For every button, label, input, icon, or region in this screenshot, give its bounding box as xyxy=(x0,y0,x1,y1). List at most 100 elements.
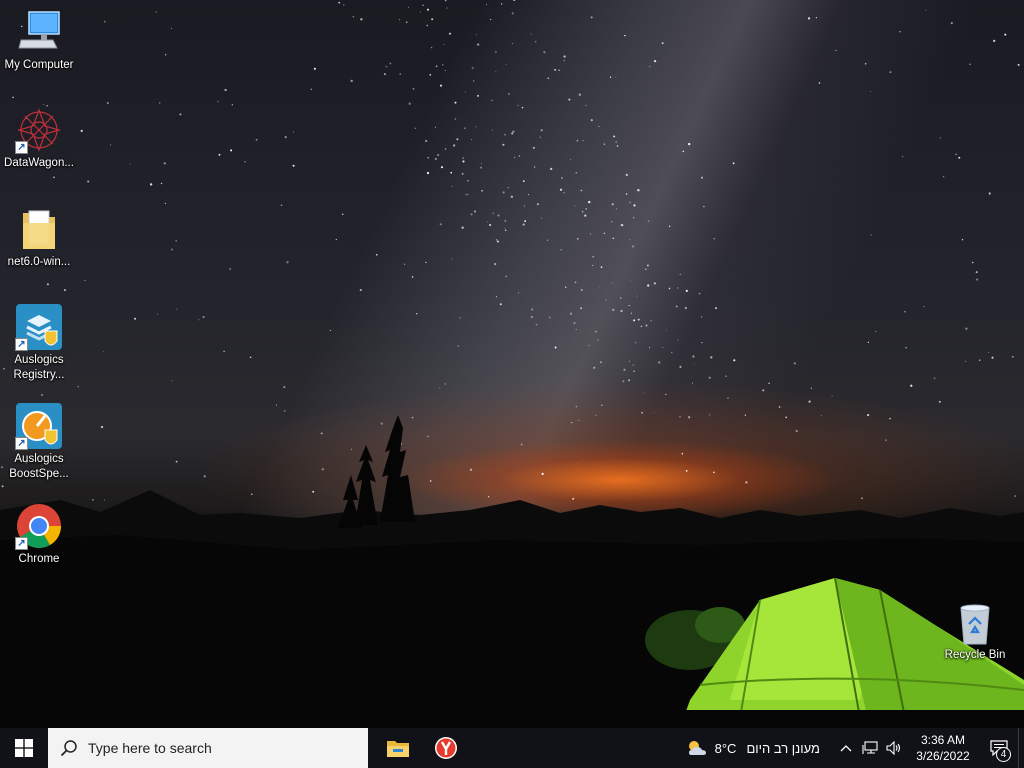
desktop-icon-net6-folder[interactable]: net6.0-win... xyxy=(0,205,78,270)
start-button[interactable] xyxy=(0,728,48,768)
shortcut-arrow-icon: ↗ xyxy=(15,338,28,351)
star xyxy=(292,164,295,167)
star xyxy=(534,40,537,43)
star xyxy=(611,221,613,223)
star xyxy=(451,185,453,187)
star xyxy=(102,350,104,352)
star xyxy=(685,289,688,292)
star xyxy=(419,11,421,13)
desktop-icon-my-computer[interactable]: My Computer xyxy=(0,8,78,73)
star xyxy=(523,205,525,207)
star xyxy=(584,214,587,217)
star xyxy=(592,264,594,267)
star xyxy=(700,316,703,318)
star xyxy=(179,113,182,116)
volume-button[interactable] xyxy=(882,728,906,768)
star xyxy=(446,7,448,9)
star xyxy=(435,65,438,68)
star xyxy=(658,361,661,364)
star xyxy=(632,245,635,248)
star xyxy=(831,395,833,397)
star xyxy=(427,156,429,159)
star xyxy=(574,205,576,207)
show-hidden-icons-button[interactable] xyxy=(834,728,858,768)
star xyxy=(548,316,551,319)
star xyxy=(560,249,562,251)
star xyxy=(480,162,482,164)
star xyxy=(688,142,691,146)
star xyxy=(815,17,818,19)
star xyxy=(434,157,437,160)
star xyxy=(647,220,650,222)
star xyxy=(149,183,153,186)
star xyxy=(531,308,534,311)
star xyxy=(867,341,870,343)
star xyxy=(176,308,178,310)
star xyxy=(597,339,599,341)
taskbar-yandex-browser[interactable] xyxy=(422,728,470,768)
star xyxy=(495,239,498,241)
star xyxy=(653,59,657,63)
star xyxy=(284,136,287,139)
datawagon-icon: ↗ xyxy=(15,106,63,154)
star xyxy=(955,153,957,155)
star xyxy=(582,140,584,142)
star xyxy=(522,180,525,183)
network-button[interactable] xyxy=(858,728,882,768)
star xyxy=(439,84,443,87)
star xyxy=(677,339,679,341)
star xyxy=(511,12,514,15)
star xyxy=(517,104,519,106)
star xyxy=(590,119,593,122)
star xyxy=(662,347,664,349)
desktop-icon-label: Auslogics Registry... xyxy=(13,354,65,381)
star xyxy=(426,8,430,11)
show-desktop-button[interactable] xyxy=(1018,728,1024,768)
star xyxy=(905,347,907,349)
star xyxy=(713,238,715,240)
star xyxy=(629,201,631,204)
star xyxy=(134,317,137,320)
star xyxy=(41,393,43,396)
star xyxy=(521,106,524,109)
star xyxy=(624,34,626,37)
star xyxy=(628,360,631,363)
taskbar: Type here to search 8°C מעונן רב היום 3:… xyxy=(0,728,1024,768)
star xyxy=(546,239,549,241)
weather-widget[interactable]: 8°C מעונן רב היום xyxy=(685,738,820,758)
star xyxy=(575,171,578,174)
desktop-icon-datawagon[interactable]: ↗ DataWagon... xyxy=(0,106,78,171)
star xyxy=(646,264,649,267)
windows-logo-icon xyxy=(15,739,33,757)
star xyxy=(590,16,593,19)
action-center-button[interactable]: 4 xyxy=(980,728,1018,768)
star xyxy=(404,263,406,265)
star xyxy=(504,229,507,231)
star xyxy=(580,307,582,310)
star xyxy=(464,91,467,93)
star xyxy=(976,278,979,281)
star xyxy=(870,234,872,236)
star xyxy=(1004,33,1007,36)
desktop-icon-auslogics-registry[interactable]: ↗ Auslogics Registry... xyxy=(0,303,78,383)
star xyxy=(563,192,565,194)
star xyxy=(407,6,409,8)
taskbar-search-box[interactable]: Type here to search xyxy=(48,728,368,768)
star xyxy=(511,132,514,135)
clock[interactable]: 3:36 AM 3/26/2022 xyxy=(910,732,976,764)
star xyxy=(473,210,477,213)
star xyxy=(502,191,505,194)
star xyxy=(499,303,502,306)
desktop-icon-auslogics-boostspeed[interactable]: ↗ Auslogics BoostSpe... xyxy=(0,402,78,482)
star xyxy=(649,65,651,68)
star xyxy=(454,118,457,120)
taskbar-file-explorer[interactable] xyxy=(374,728,422,768)
star xyxy=(528,194,530,196)
star xyxy=(514,156,516,158)
desktop-icon-chrome[interactable]: ↗ Chrome xyxy=(0,502,78,567)
star xyxy=(426,24,429,27)
star xyxy=(486,221,488,223)
desktop-icon-recycle-bin[interactable]: Recycle Bin xyxy=(936,602,1014,663)
star xyxy=(875,330,877,332)
star xyxy=(442,63,444,66)
